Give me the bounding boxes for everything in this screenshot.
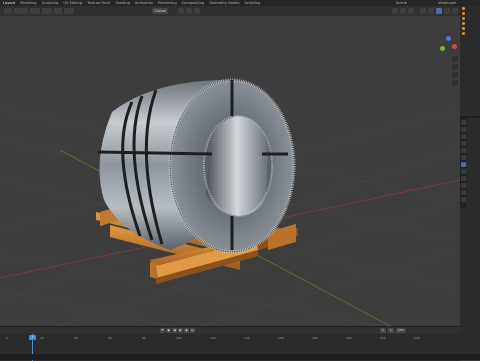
ruler-tick: 200: [346, 336, 352, 340]
outliner-panel: [460, 6, 480, 118]
object-icon: [462, 21, 465, 25]
editor-type-button[interactable]: [4, 8, 12, 14]
3d-viewport[interactable]: [0, 16, 460, 326]
physics-icon[interactable]: [460, 176, 466, 181]
perspective-toggle-icon[interactable]: [452, 80, 458, 86]
properties-tabs: [460, 118, 466, 208]
status-bar: [0, 354, 480, 360]
select-menu[interactable]: [42, 8, 52, 14]
ruler-tick: 140: [244, 336, 250, 340]
gizmo-toggle-icon[interactable]: [400, 8, 406, 14]
render-icon[interactable]: [460, 127, 466, 132]
timeline-header: ⏮ ◆ ◀ ▶ ◆ ⏭ 1 1 250: [0, 327, 460, 334]
scene-canvas: [0, 78, 460, 326]
snap-icon[interactable]: [186, 8, 192, 14]
overlay-toggle-icon[interactable]: [408, 8, 414, 14]
outliner-row[interactable]: [460, 31, 480, 36]
object-icon: [462, 11, 465, 15]
ruler-tick: 220: [380, 336, 386, 340]
object-icon: [462, 16, 465, 20]
rendered-shading-icon[interactable]: [452, 8, 458, 14]
output-icon[interactable]: [460, 134, 466, 139]
zoom-icon[interactable]: [452, 56, 458, 62]
ruler-tick: 160: [278, 336, 284, 340]
pan-icon[interactable]: [452, 64, 458, 70]
object-mode-dropdown[interactable]: [14, 8, 28, 14]
material-icon[interactable]: [460, 197, 466, 202]
ruler-tick: 0: [6, 336, 8, 340]
view-menu[interactable]: [30, 8, 40, 14]
object-icon: [462, 31, 465, 35]
add-menu[interactable]: [54, 8, 62, 14]
view-layer-icon[interactable]: [460, 141, 466, 146]
ruler-tick: 100: [176, 336, 182, 340]
timeline-ruler[interactable]: 0 20 40 60 80 100 120 140 160 180 200 22…: [0, 335, 460, 341]
scene-icon[interactable]: [460, 148, 466, 153]
solid-shading-icon[interactable]: [436, 8, 442, 14]
playhead-frame-label: 1: [29, 335, 36, 340]
camera-view-icon[interactable]: [452, 72, 458, 78]
jump-start-icon[interactable]: ⏮: [160, 328, 165, 333]
gizmo-z-icon[interactable]: [446, 36, 451, 41]
gizmo-x-icon[interactable]: [452, 44, 457, 49]
visibility-icon[interactable]: [392, 8, 398, 14]
xray-icon[interactable]: [420, 8, 426, 14]
frame-range: 1 1 250: [380, 328, 406, 333]
object-icon[interactable]: [460, 162, 466, 167]
transform-orientation-dropdown[interactable]: Global: [152, 8, 169, 14]
tool-icon[interactable]: [460, 120, 466, 125]
pivot-icon[interactable]: [178, 8, 184, 14]
steel-coil: [97, 78, 296, 254]
ruler-tick: 120: [210, 336, 216, 340]
start-frame-field[interactable]: 1: [387, 328, 394, 333]
playback-controls: ⏮ ◆ ◀ ▶ ◆ ⏭: [160, 328, 195, 333]
end-frame-field[interactable]: 250: [395, 328, 406, 333]
wireframe-shading-icon[interactable]: [428, 8, 434, 14]
ruler-tick: 80: [142, 336, 146, 340]
jump-end-icon[interactable]: ⏭: [190, 328, 195, 333]
ruler-tick: 240: [414, 336, 420, 340]
data-icon[interactable]: [460, 190, 466, 195]
object-icon: [462, 26, 465, 30]
play-reverse-icon[interactable]: ◀: [172, 328, 177, 333]
ruler-tick: 40: [74, 336, 78, 340]
material-shading-icon[interactable]: [444, 8, 450, 14]
ruler-tick: 20: [40, 336, 44, 340]
play-icon[interactable]: ▶: [178, 328, 183, 333]
constraint-icon[interactable]: [460, 183, 466, 188]
ruler-tick: 60: [108, 336, 112, 340]
current-frame-field[interactable]: 1: [380, 328, 386, 333]
object-menu[interactable]: [64, 8, 74, 14]
next-keyframe-icon[interactable]: ◆: [184, 328, 189, 333]
object-icon: [462, 6, 465, 10]
modifier-icon[interactable]: [460, 169, 466, 174]
proportional-edit-icon[interactable]: [194, 8, 200, 14]
gizmo-y-icon[interactable]: [440, 46, 445, 51]
ruler-tick: 180: [312, 336, 318, 340]
world-icon[interactable]: [460, 155, 466, 160]
prev-keyframe-icon[interactable]: ◆: [166, 328, 171, 333]
